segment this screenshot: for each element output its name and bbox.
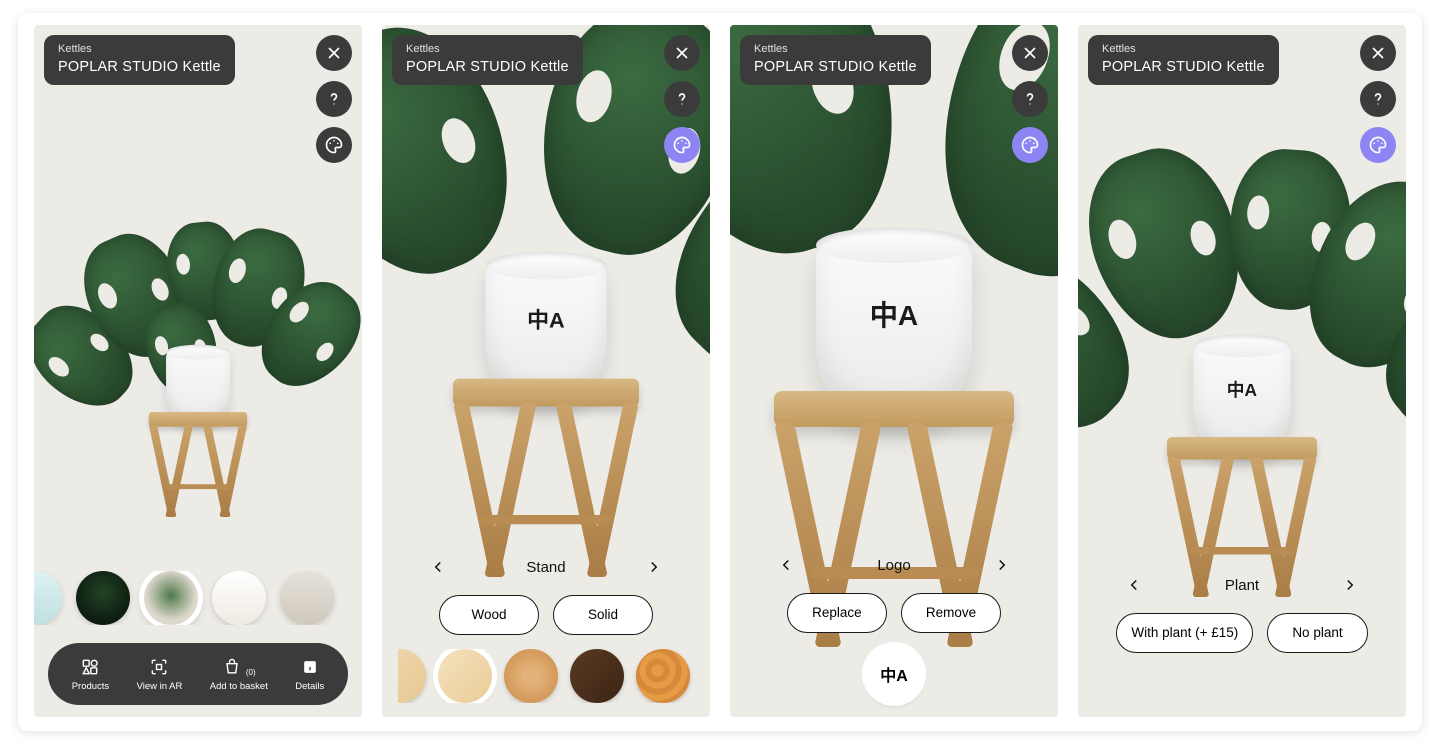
thumb-item[interactable] [76,571,130,625]
stand [149,412,247,517]
option-picker: Stand Wood Solid [382,529,710,717]
option-no-plant[interactable]: No plant [1267,613,1367,653]
palette-icon[interactable] [316,127,352,163]
view-ar-button[interactable]: View in AR [137,657,183,692]
add-to-basket-button[interactable]: (0) Add to basket [210,657,268,692]
breadcrumb-tag: Kettles POPLAR STUDIO Kettle [392,35,583,85]
chevron-left-icon[interactable] [1120,571,1148,599]
swatch-item[interactable] [636,649,690,703]
thumb-item[interactable] [280,571,334,625]
swatch-item[interactable] [438,649,492,703]
pot-logo-icon: 中A [870,295,918,335]
thumb-item[interactable] [34,571,62,625]
chevron-left-icon[interactable] [772,551,800,579]
thumb-item[interactable] [212,571,266,625]
swatch-item[interactable] [398,649,426,703]
basket-count: (0) [246,668,256,677]
pot-logo-icon: 中A [1227,377,1257,402]
logo-thumb[interactable]: 中A [867,647,921,701]
help-icon[interactable] [316,81,352,117]
breadcrumb-tag: Kettles POPLAR STUDIO Kettle [1088,35,1279,85]
option-picker: Logo Replace Remove 中A [730,527,1058,717]
close-icon[interactable] [1012,35,1048,71]
picker-title: Logo [877,557,910,574]
screen-2: 中A Kettles POPLAR STUDIO Kettle Stand Wo… [382,25,710,717]
help-icon[interactable] [1012,81,1048,117]
screen-4: 中A Kettles POPLAR STUDIO Kettle Plant Wi… [1078,25,1406,717]
plant-foliage [64,173,333,370]
picker-title: Stand [526,559,565,576]
close-icon[interactable] [1360,35,1396,71]
products-button[interactable]: Products [72,657,110,692]
option-solid[interactable]: Solid [553,595,653,635]
palette-icon[interactable] [1012,127,1048,163]
help-icon[interactable] [1360,81,1396,117]
help-icon[interactable] [664,81,700,117]
product-thumbnails[interactable] [34,571,362,625]
option-wood[interactable]: Wood [439,595,539,635]
screen-1: Kettles POPLAR STUDIO Kettle [34,25,362,717]
chevron-right-icon[interactable] [988,551,1016,579]
close-icon[interactable] [316,35,352,71]
option-with-plant[interactable]: With plant (+ £15) [1116,613,1253,653]
chevron-right-icon[interactable] [1336,571,1364,599]
chevron-left-icon[interactable] [424,553,452,581]
swatch-row[interactable] [398,649,694,703]
screen-3: 中A Kettles POPLAR STUDIO Kettle Logo Rep… [730,25,1058,717]
option-remove[interactable]: Remove [901,593,1001,633]
swatch-item[interactable] [570,649,624,703]
details-button[interactable]: Details [295,657,324,692]
close-icon[interactable] [664,35,700,71]
action-bar: Products View in AR (0) Add to basket De… [48,643,348,705]
swatch-item[interactable] [504,649,558,703]
option-picker: Plant With plant (+ £15) No plant [1078,547,1406,677]
pot-logo-icon: 中A [527,304,564,335]
breadcrumb-tag: Kettles POPLAR STUDIO Kettle [740,35,931,85]
breadcrumb: Kettles [58,43,221,55]
breadcrumb-tag: Kettles POPLAR STUDIO Kettle [44,35,235,85]
picker-title: Plant [1225,577,1259,594]
option-replace[interactable]: Replace [787,593,887,633]
palette-icon[interactable] [1360,127,1396,163]
product-title: POPLAR STUDIO Kettle [58,59,221,75]
thumb-item-active[interactable] [144,571,198,625]
screens-row: Kettles POPLAR STUDIO Kettle [18,13,1422,731]
palette-icon[interactable] [664,127,700,163]
chevron-right-icon[interactable] [640,553,668,581]
